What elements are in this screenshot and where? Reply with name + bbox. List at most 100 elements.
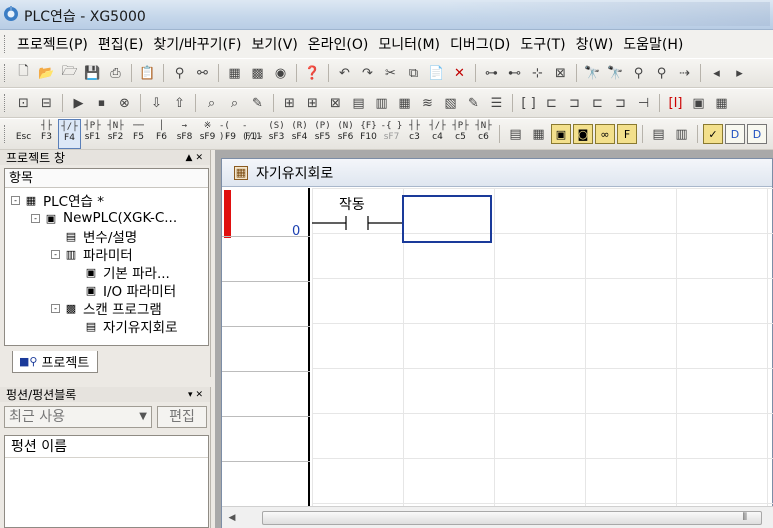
menu-find-replace[interactable]: 찾기/바꾸기(F)	[148, 34, 246, 54]
plc-info-icon[interactable]: ⊞	[279, 93, 300, 113]
ladder-tool-f4[interactable]: ┤/├ F4	[58, 119, 81, 149]
d-view-icon[interactable]: D	[725, 124, 745, 144]
build-icon[interactable]: ▩	[247, 63, 268, 83]
ladder-tool-c3[interactable]: ┤├ c3	[403, 119, 426, 149]
menu-grip[interactable]	[4, 35, 7, 53]
paste-icon[interactable]: 📄	[426, 63, 447, 83]
ladder-tool-sf6[interactable]: (N) sF6	[334, 119, 357, 149]
collapse-toggle-icon[interactable]: -	[51, 249, 60, 259]
next-icon[interactable]: ▸	[729, 63, 750, 83]
monitor-stop-icon[interactable]: ⌕	[224, 93, 245, 113]
debug-start-icon[interactable]: [I]	[665, 93, 686, 113]
redo-icon[interactable]: ↷	[357, 63, 378, 83]
stop-mode-icon[interactable]: ⏹	[91, 93, 112, 113]
ladder-tool-f6[interactable]: │ F6	[150, 119, 173, 149]
insert-line-icon[interactable]: ⊹	[527, 63, 548, 83]
collapse-toggle-icon[interactable]: -	[31, 213, 40, 223]
ladder-tool-sf9[interactable]: ※ sF9	[196, 119, 219, 149]
trend-icon[interactable]: ≋	[417, 93, 438, 113]
function-edit-button[interactable]: 편집	[157, 406, 207, 428]
io-info-icon[interactable]: ▤	[348, 93, 369, 113]
horizontal-scrollbar[interactable]: ◀ ⦀	[222, 506, 773, 528]
ladder-tool-f9[interactable]: -( )- F9	[219, 119, 242, 149]
compile-icon[interactable]: ▦	[224, 63, 245, 83]
menu-project[interactable]: 프로젝트(P)	[12, 34, 93, 54]
io-sync-icon[interactable]: ▥	[371, 93, 392, 113]
run-mode-icon[interactable]: ▶	[68, 93, 89, 113]
delete-icon[interactable]: ✕	[449, 63, 470, 83]
device-view-icon[interactable]: ✓	[703, 124, 723, 144]
tree-item[interactable]: ▤ 자기유지회로	[71, 317, 178, 337]
toolbar-grip[interactable]	[4, 94, 7, 112]
cut-icon[interactable]: ✂	[380, 63, 401, 83]
menu-monitor[interactable]: 모니터(M)	[373, 34, 445, 54]
disconnect-icon[interactable]: ⊟	[36, 93, 57, 113]
collapse-toggle-icon[interactable]: -	[51, 303, 60, 313]
ladder-tool-c4[interactable]: ┤/├ c4	[426, 119, 449, 149]
ladder-tool-sf8[interactable]: → sF8	[173, 119, 196, 149]
step-over-icon[interactable]: ⊏	[587, 93, 608, 113]
find-text-icon[interactable]: ⚲	[628, 63, 649, 83]
goto-step-icon[interactable]: ⇢	[674, 63, 695, 83]
view-ladder-icon[interactable]: ▣	[551, 124, 571, 144]
tree-item[interactable]: - ▩ 스캔 프로그램	[51, 299, 162, 318]
label-icon[interactable]: ▦	[528, 124, 549, 144]
print-icon[interactable]: ⎙	[105, 63, 126, 83]
step-out-icon[interactable]: ⊐	[610, 93, 631, 113]
force-icon[interactable]: ✎	[247, 93, 268, 113]
ladder-tool-f3[interactable]: ┤├ F3	[35, 119, 58, 149]
tab-project[interactable]: ■⚲ 프로젝트	[12, 351, 98, 373]
debug-watch-icon[interactable]: ▣	[688, 93, 709, 113]
monitor-start-icon[interactable]: ⌕	[201, 93, 222, 113]
find-device-icon[interactable]: 🔭	[582, 63, 603, 83]
connect-icon[interactable]: ⊡	[13, 93, 34, 113]
edit-online-icon[interactable]: ✎	[463, 93, 484, 113]
tree-item[interactable]: - ▦ PLC연습 *	[11, 191, 104, 210]
menu-help[interactable]: 도움말(H)	[618, 34, 688, 54]
collapse-toggle-icon[interactable]: -	[11, 195, 20, 205]
replace-icon[interactable]: ⚯	[192, 63, 213, 83]
clipboard-icon[interactable]: 📋	[137, 63, 158, 83]
menu-view[interactable]: 보기(V)	[247, 34, 303, 54]
help-icon[interactable]: ❓	[302, 63, 323, 83]
debug-memory-icon[interactable]: ▦	[711, 93, 732, 113]
ladder-tool-sf4[interactable]: (R) sF4	[288, 119, 311, 149]
online-icon[interactable]: ◉	[270, 63, 291, 83]
ladder-tool-sf2[interactable]: ┤N├ sF2	[104, 119, 127, 149]
toolbar-grip[interactable]	[4, 125, 7, 143]
ladder-tool-c6[interactable]: ┤N├ c6	[472, 119, 495, 149]
comment-icon[interactable]: ▤	[505, 124, 526, 144]
step-in-icon[interactable]: ⊐	[564, 93, 585, 113]
scrollbar-thumb[interactable]: ⦀	[262, 511, 762, 525]
open-folder-icon[interactable]: 📂	[36, 63, 57, 83]
tree-item[interactable]: ▣ 기본 파라...	[71, 263, 170, 283]
copy-icon[interactable]: ⧉	[403, 63, 424, 83]
ladder-tool-c5[interactable]: ┤P├ c5	[449, 119, 472, 149]
ladder-grid[interactable]	[312, 188, 773, 506]
breakpoint-icon[interactable]: ⊏	[541, 93, 562, 113]
scroll-left-icon[interactable]: ◀	[224, 510, 240, 526]
view-function-icon[interactable]: F	[617, 124, 637, 144]
plc-history-icon[interactable]: ⊞	[302, 93, 323, 113]
find-device-next-icon[interactable]: 🔭	[605, 63, 626, 83]
menu-edit[interactable]: 편집(E)	[93, 34, 149, 54]
menu-window[interactable]: 창(W)	[571, 34, 619, 54]
ladder-tool-sf5[interactable]: (P) sF5	[311, 119, 334, 149]
tree-item[interactable]: ▣ I/O 파라미터	[71, 281, 176, 301]
plc-error-icon[interactable]: ⊠	[325, 93, 346, 113]
cell-cursor[interactable]	[402, 195, 492, 243]
view-comment-icon[interactable]: ∞	[595, 124, 615, 144]
xg5000-app-icon[interactable]	[3, 6, 19, 22]
pause-mode-icon[interactable]: ⊗	[114, 93, 135, 113]
ladder-tool-esc[interactable]: Esc	[12, 119, 35, 149]
bracket-icon[interactable]: [ ]	[518, 93, 539, 113]
save-icon[interactable]: 💾	[82, 63, 103, 83]
ladder-tool-f5[interactable]: ── F5	[127, 119, 150, 149]
delete-line-icon[interactable]: ⊠	[550, 63, 571, 83]
list-icon[interactable]: ☰	[486, 93, 507, 113]
panel-pin-close-icon[interactable]: ▾✕	[188, 390, 210, 400]
ladder-tool-f11[interactable]: -(/)- F11	[242, 119, 265, 149]
write-plc-icon[interactable]: ⇩	[146, 93, 167, 113]
normally-open-contact[interactable]	[312, 216, 402, 230]
undo-icon[interactable]: ↶	[334, 63, 355, 83]
